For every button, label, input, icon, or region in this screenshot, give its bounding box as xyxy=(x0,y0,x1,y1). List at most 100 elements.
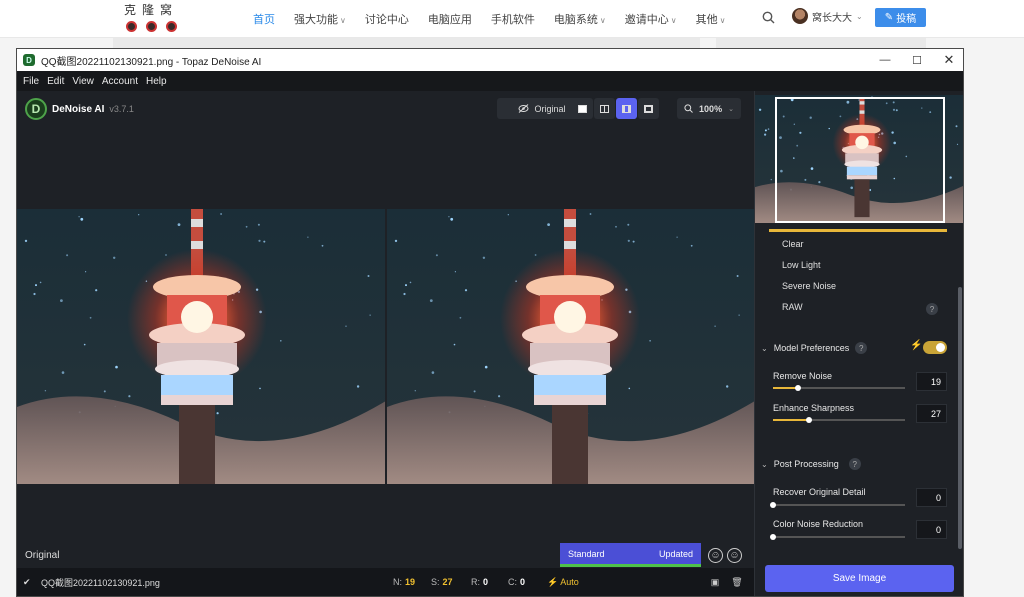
remove-noise-slider[interactable] xyxy=(773,385,905,391)
chevron-down-icon: ∨ xyxy=(599,16,606,25)
single-view-icon xyxy=(578,104,587,113)
remove-noise-value[interactable]: 19 xyxy=(916,372,947,391)
page-background xyxy=(716,38,926,48)
window-title: QQ截图20221102130921.png - Topaz DeNoise A… xyxy=(41,56,262,68)
help-icon[interactable]: ? xyxy=(926,303,938,315)
slider-handle[interactable] xyxy=(795,385,802,391)
model-preferences-header[interactable]: ⌄ Model Preferences ? xyxy=(761,342,868,354)
processed-image-panel[interactable] xyxy=(387,209,754,484)
maximize-button[interactable]: ☐ xyxy=(901,49,933,71)
chevron-down-icon: ⌄ xyxy=(728,105,734,113)
original-image-panel[interactable] xyxy=(17,209,385,484)
site-header: 克隆窝 首页 强大功能 ∨ 讨论中心 电脑应用 手机软件 电脑系统 ∨ 邀请中心 ∨ 其他 ∨ 窝长大… xyxy=(0,0,1024,38)
color-noise-label: Color Noise Reduction xyxy=(773,519,864,529)
model-option-severe-noise[interactable]: Severe Noise xyxy=(782,281,836,291)
nav-item-label: 邀请中心 xyxy=(624,14,669,26)
nav-item-label: 讨论中心 xyxy=(364,14,409,26)
model-badge[interactable]: Standard Updated xyxy=(560,543,701,567)
recover-detail-label: Recover Original Detail xyxy=(773,487,866,497)
camera-icon[interactable]: ▣ xyxy=(710,577,720,587)
post-processing-label: Post Processing xyxy=(773,459,839,469)
status-filename[interactable]: QQ截图20221102130921.png xyxy=(41,576,160,589)
nav-item[interactable]: 讨论中心 xyxy=(365,11,409,27)
trash-icon[interactable]: 🗑 xyxy=(731,577,742,587)
post-button-label: 投稿 xyxy=(896,14,917,25)
panel-scrollbar[interactable] xyxy=(958,287,962,549)
user-menu[interactable]: 窝长大大 ⌄ xyxy=(792,8,863,24)
close-button[interactable]: ✕ xyxy=(933,49,963,71)
app-version: v3.7.1 xyxy=(109,104,134,114)
side-by-side-icon xyxy=(622,104,631,113)
view-quad-button[interactable] xyxy=(638,98,659,119)
search-icon[interactable] xyxy=(762,11,775,24)
image-viewer: D DeNoise AI v3.7.1 Original 100% ⌄ Orig… xyxy=(17,91,754,568)
model-option-raw[interactable]: RAW xyxy=(782,302,803,312)
menu-item[interactable]: File xyxy=(23,76,39,87)
menu-item[interactable]: Account xyxy=(102,76,138,87)
bug-icon xyxy=(146,21,157,32)
nav-item[interactable]: 首页 xyxy=(253,11,275,27)
chevron-down-icon: ∨ xyxy=(719,16,726,25)
bug-icon xyxy=(166,21,177,32)
neutral-face-icon[interactable]: ☺ xyxy=(727,548,742,563)
recover-detail-slider[interactable] xyxy=(770,502,905,508)
auto-mode[interactable]: ⚡ Auto xyxy=(547,577,579,588)
menu-item[interactable]: View xyxy=(72,76,94,87)
settings-panel: Clear Low Light Severe Noise RAW ? ⌄ Mod… xyxy=(754,91,963,596)
zoom-icon xyxy=(684,104,693,113)
noise-stat: N: 19 xyxy=(393,577,415,587)
menu-item[interactable]: Edit xyxy=(47,76,64,87)
enhance-sharpness-slider[interactable] xyxy=(773,417,905,423)
recover-detail-value[interactable]: 0 xyxy=(916,488,947,507)
menu-bar: File Edit View Account Help xyxy=(17,71,963,91)
selected-model-indicator xyxy=(769,229,947,232)
quad-view-icon xyxy=(644,104,653,113)
slider-handle[interactable] xyxy=(805,417,812,423)
auto-toggle[interactable] xyxy=(923,341,947,354)
navigator-viewport-frame[interactable] xyxy=(775,97,945,223)
enhance-sharpness-label: Enhance Sharpness xyxy=(773,403,855,413)
zoom-select[interactable]: 100% ⌄ xyxy=(677,98,741,119)
nav-item-label: 手机软件 xyxy=(490,14,535,26)
view-single-button[interactable] xyxy=(572,98,593,119)
check-icon: ✔ xyxy=(23,576,31,587)
menu-item[interactable]: Help xyxy=(146,76,167,87)
denoise-logo-icon: D xyxy=(25,98,47,120)
save-image-button[interactable]: Save Image xyxy=(765,565,954,592)
enhance-sharpness-value[interactable]: 27 xyxy=(916,404,947,423)
nav-item[interactable]: 其他 ∨ xyxy=(696,11,726,27)
color-noise-value[interactable]: 0 xyxy=(916,520,947,539)
sharpness-stat-value: 27 xyxy=(442,577,453,587)
view-split-button[interactable] xyxy=(594,98,615,119)
smile-icon[interactable]: ☺ xyxy=(708,548,723,563)
post-processing-header[interactable]: ⌄ Post Processing ? xyxy=(761,458,861,470)
slider-handle[interactable] xyxy=(770,534,776,540)
view-side-by-side-button[interactable] xyxy=(616,98,637,119)
site-nav: 首页 强大功能 ∨ 讨论中心 电脑应用 手机软件 电脑系统 ∨ 邀请中心 ∨ 其他 ∨ xyxy=(253,11,744,27)
chevron-down-icon: ⌄ xyxy=(856,11,863,21)
chevron-down-icon: ⌄ xyxy=(761,459,768,469)
chevron-down-icon: ∨ xyxy=(670,16,677,25)
nav-item[interactable]: 邀请中心 ∨ xyxy=(625,11,677,27)
color-stat: C: 0 xyxy=(508,577,525,587)
window-titlebar: D QQ截图20221102130921.png - Topaz DeNoise… xyxy=(17,49,963,71)
model-option-low-light[interactable]: Low Light xyxy=(782,260,821,270)
page-background xyxy=(113,38,700,48)
help-icon[interactable]: ? xyxy=(848,458,861,470)
nav-item-label: 其他 xyxy=(695,14,718,26)
nav-item[interactable]: 手机软件 xyxy=(491,11,535,27)
slider-handle[interactable] xyxy=(770,502,776,508)
noise-stat-label: N: xyxy=(393,577,402,587)
nav-item[interactable]: 电脑应用 xyxy=(428,11,472,27)
status-bar: ✔ QQ截图20221102130921.png N: 19 S: 27 R: 0 C… xyxy=(17,568,754,596)
post-button[interactable]: ✎ 投稿 xyxy=(875,8,926,27)
help-icon[interactable]: ? xyxy=(855,342,868,354)
color-noise-slider[interactable] xyxy=(770,534,905,540)
brand-name: DeNoise AI xyxy=(52,103,105,115)
zoom-level: 100% xyxy=(699,103,723,114)
minimize-button[interactable]: — xyxy=(869,49,901,71)
nav-item[interactable]: 电脑系统 ∨ xyxy=(554,11,606,27)
site-logo[interactable]: 克隆窝 xyxy=(124,1,184,35)
nav-item[interactable]: 强大功能 ∨ xyxy=(294,11,346,27)
model-option-clear[interactable]: Clear xyxy=(782,239,804,249)
